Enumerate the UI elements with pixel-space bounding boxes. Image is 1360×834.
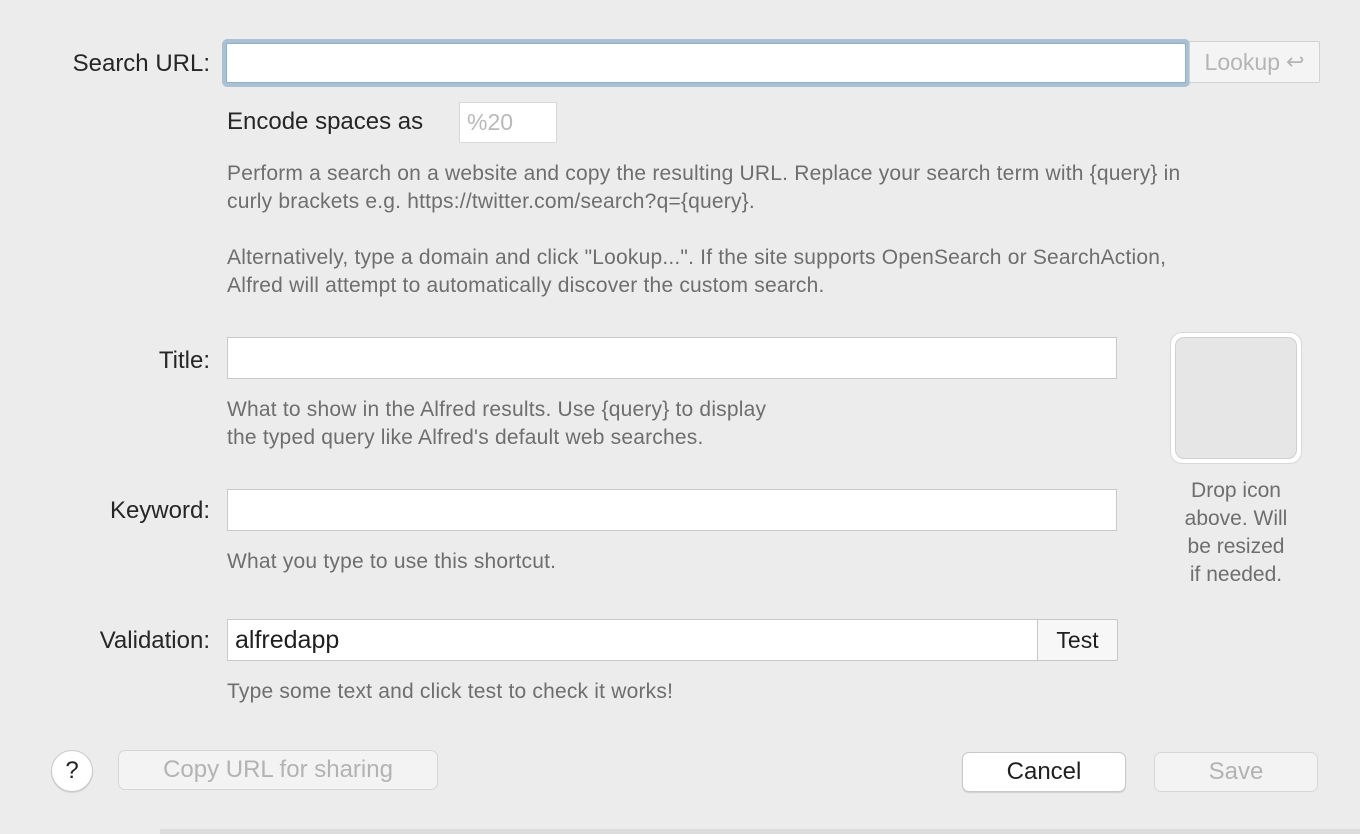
search-url-help-line: Alfred will attempt to automatically dis…: [227, 274, 825, 297]
window-edge: [160, 829, 1360, 834]
save-button[interactable]: Save: [1154, 752, 1318, 792]
lookup-button[interactable]: Lookup ↩: [1189, 41, 1320, 83]
keyword-label: Keyword:: [109, 497, 210, 524]
return-arrow-icon: ↩: [1286, 49, 1305, 74]
search-url-label: Search URL:: [72, 50, 210, 77]
search-url-help-line: Alternatively, type a domain and click "…: [227, 246, 1167, 269]
encode-spaces-input[interactable]: [459, 102, 557, 143]
icon-placeholder: [1175, 337, 1297, 459]
icon-caption-line: above. Will: [1184, 507, 1288, 530]
title-help-line: the typed query like Alfred's default we…: [227, 426, 704, 449]
validation-label: Validation:: [99, 627, 210, 654]
search-url-help-line: curly brackets e.g. https://twitter.com/…: [227, 190, 755, 213]
keyword-help: What you type to use this shortcut.: [227, 550, 557, 573]
icon-drop-caption: Drop icon above. Will be resized if need…: [1160, 477, 1312, 589]
validation-help: Type some text and click test to check i…: [227, 680, 674, 703]
search-url-help: Perform a search on a website and copy t…: [227, 160, 1287, 300]
icon-caption-line: if needed.: [1189, 563, 1283, 586]
search-url-help-line: Perform a search on a website and copy t…: [227, 162, 1181, 185]
title-help: What to show in the Alfred results. Use …: [227, 396, 1127, 452]
cancel-button[interactable]: Cancel: [962, 752, 1126, 792]
help-button[interactable]: ?: [51, 750, 93, 792]
encode-spaces-label: Encode spaces as: [227, 108, 424, 135]
title-help-line: What to show in the Alfred results. Use …: [227, 398, 767, 421]
validation-input[interactable]: [227, 619, 1038, 661]
icon-caption-line: Drop icon: [1191, 479, 1281, 502]
copy-url-button[interactable]: Copy URL for sharing: [118, 750, 438, 790]
test-button[interactable]: Test: [1037, 619, 1118, 661]
title-input[interactable]: [227, 337, 1117, 379]
icon-drop-well[interactable]: [1170, 332, 1302, 464]
search-url-input[interactable]: [226, 43, 1186, 83]
custom-search-sheet: Search URL: Lookup ↩ Encode spaces as Pe…: [0, 0, 1360, 834]
title-label: Title:: [158, 347, 210, 374]
icon-caption-line: be resized: [1187, 535, 1285, 558]
keyword-input[interactable]: [227, 489, 1117, 531]
lookup-label: Lookup: [1204, 48, 1281, 75]
